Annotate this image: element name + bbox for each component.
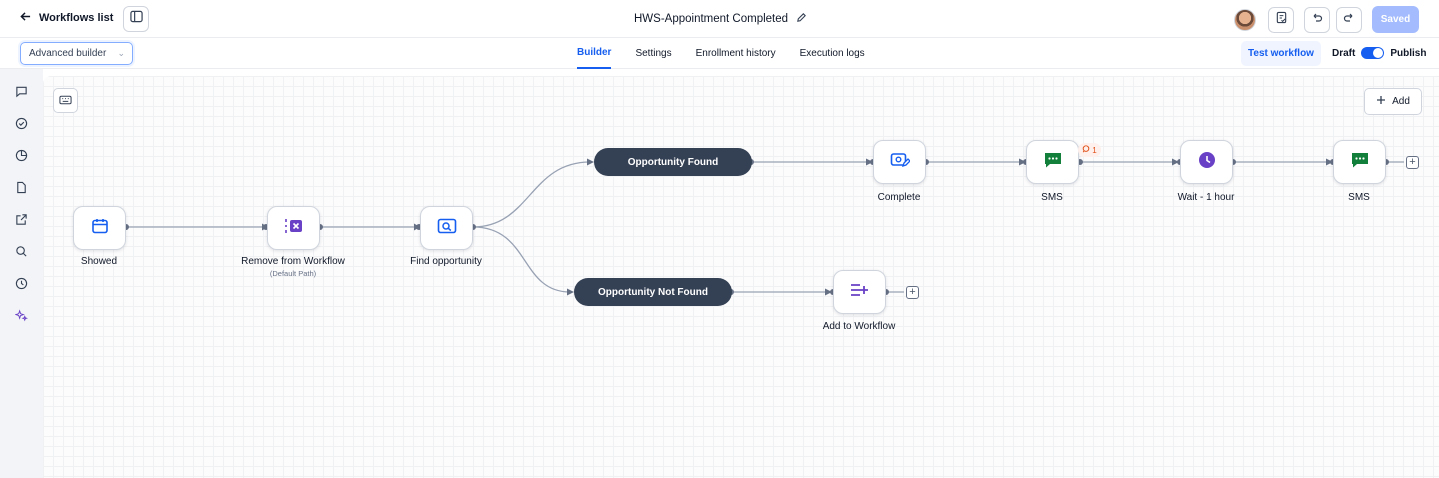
node-label-wait: Wait - 1 hour <box>1177 192 1235 203</box>
node-sublabel-default-path: (Default Path) <box>269 269 317 278</box>
add-step-after-sms-button[interactable]: + <box>1406 156 1419 169</box>
find-search-icon <box>437 218 457 239</box>
node-label-remove-from-workflow: Remove from Workflow <box>241 256 345 267</box>
clock-icon <box>1198 151 1216 174</box>
branch-opportunity-not-found[interactable]: Opportunity Not Found <box>574 278 732 306</box>
node-label-sms-1: SMS <box>1041 192 1063 203</box>
node-label-sms-2: SMS <box>1348 192 1370 203</box>
comment-badge[interactable]: 1 <box>1078 143 1101 157</box>
comment-count: 1 <box>1092 145 1097 155</box>
sms-message-icon <box>1350 151 1370 174</box>
action-node-complete[interactable] <box>873 140 926 184</box>
node-label-find-opportunity: Find opportunity <box>410 256 482 267</box>
action-node-wait[interactable] <box>1180 140 1233 184</box>
node-label-complete: Complete <box>877 192 921 203</box>
calendar-icon <box>91 217 109 240</box>
plus-icon: + <box>909 286 916 298</box>
trigger-node-showed[interactable] <box>73 206 126 250</box>
opportunity-edit-icon <box>890 152 911 173</box>
workflow-connections <box>123 158 1404 296</box>
comment-icon <box>1082 145 1090 155</box>
action-node-sms-2[interactable] <box>1333 140 1386 184</box>
action-node-remove-from-workflow[interactable] <box>267 206 320 250</box>
add-step-after-add-to-workflow-button[interactable]: + <box>906 286 919 299</box>
node-label-add-to-workflow: Add to Workflow <box>822 321 896 332</box>
action-node-find-opportunity[interactable] <box>420 206 473 250</box>
add-to-workflow-icon <box>849 282 871 303</box>
remove-from-workflow-icon <box>284 217 304 240</box>
action-node-add-to-workflow[interactable] <box>833 270 886 314</box>
branch-opportunity-found[interactable]: Opportunity Found <box>594 148 752 176</box>
action-node-sms-1[interactable] <box>1026 140 1079 184</box>
plus-icon: + <box>1409 156 1416 168</box>
node-label-showed: Showed <box>80 256 118 267</box>
sms-message-icon <box>1043 151 1063 174</box>
